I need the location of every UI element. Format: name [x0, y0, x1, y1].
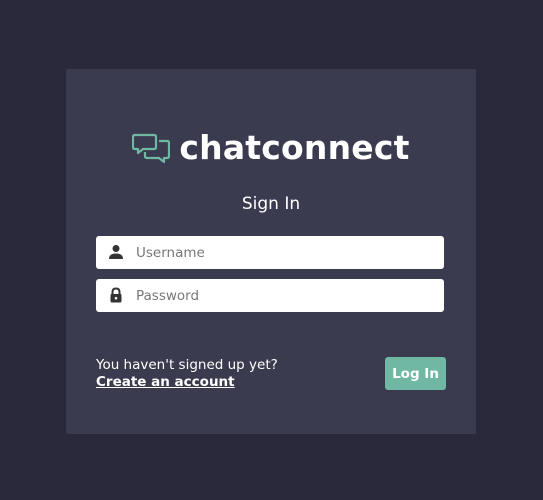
login-card: chatconnect Sign In You haven't signed u… [66, 69, 476, 434]
username-input[interactable] [136, 236, 436, 269]
password-field[interactable] [96, 279, 444, 312]
login-page: chatconnect Sign In You haven't signed u… [0, 0, 543, 500]
create-account-link[interactable]: Create an account [96, 374, 278, 391]
password-input[interactable] [136, 279, 436, 312]
user-icon [109, 245, 123, 259]
signup-prompt: You haven't signed up yet? Create an acc… [96, 357, 278, 391]
chat-bubbles-icon [132, 133, 171, 164]
signup-prompt-text: You haven't signed up yet? [96, 357, 278, 373]
lock-icon [110, 287, 122, 303]
brand-header: chatconnect [66, 119, 476, 175]
sign-in-heading: Sign In [241, 194, 301, 214]
login-button[interactable]: Log In [385, 357, 446, 390]
brand-name: chatconnect [179, 127, 410, 167]
username-field[interactable] [96, 236, 444, 269]
